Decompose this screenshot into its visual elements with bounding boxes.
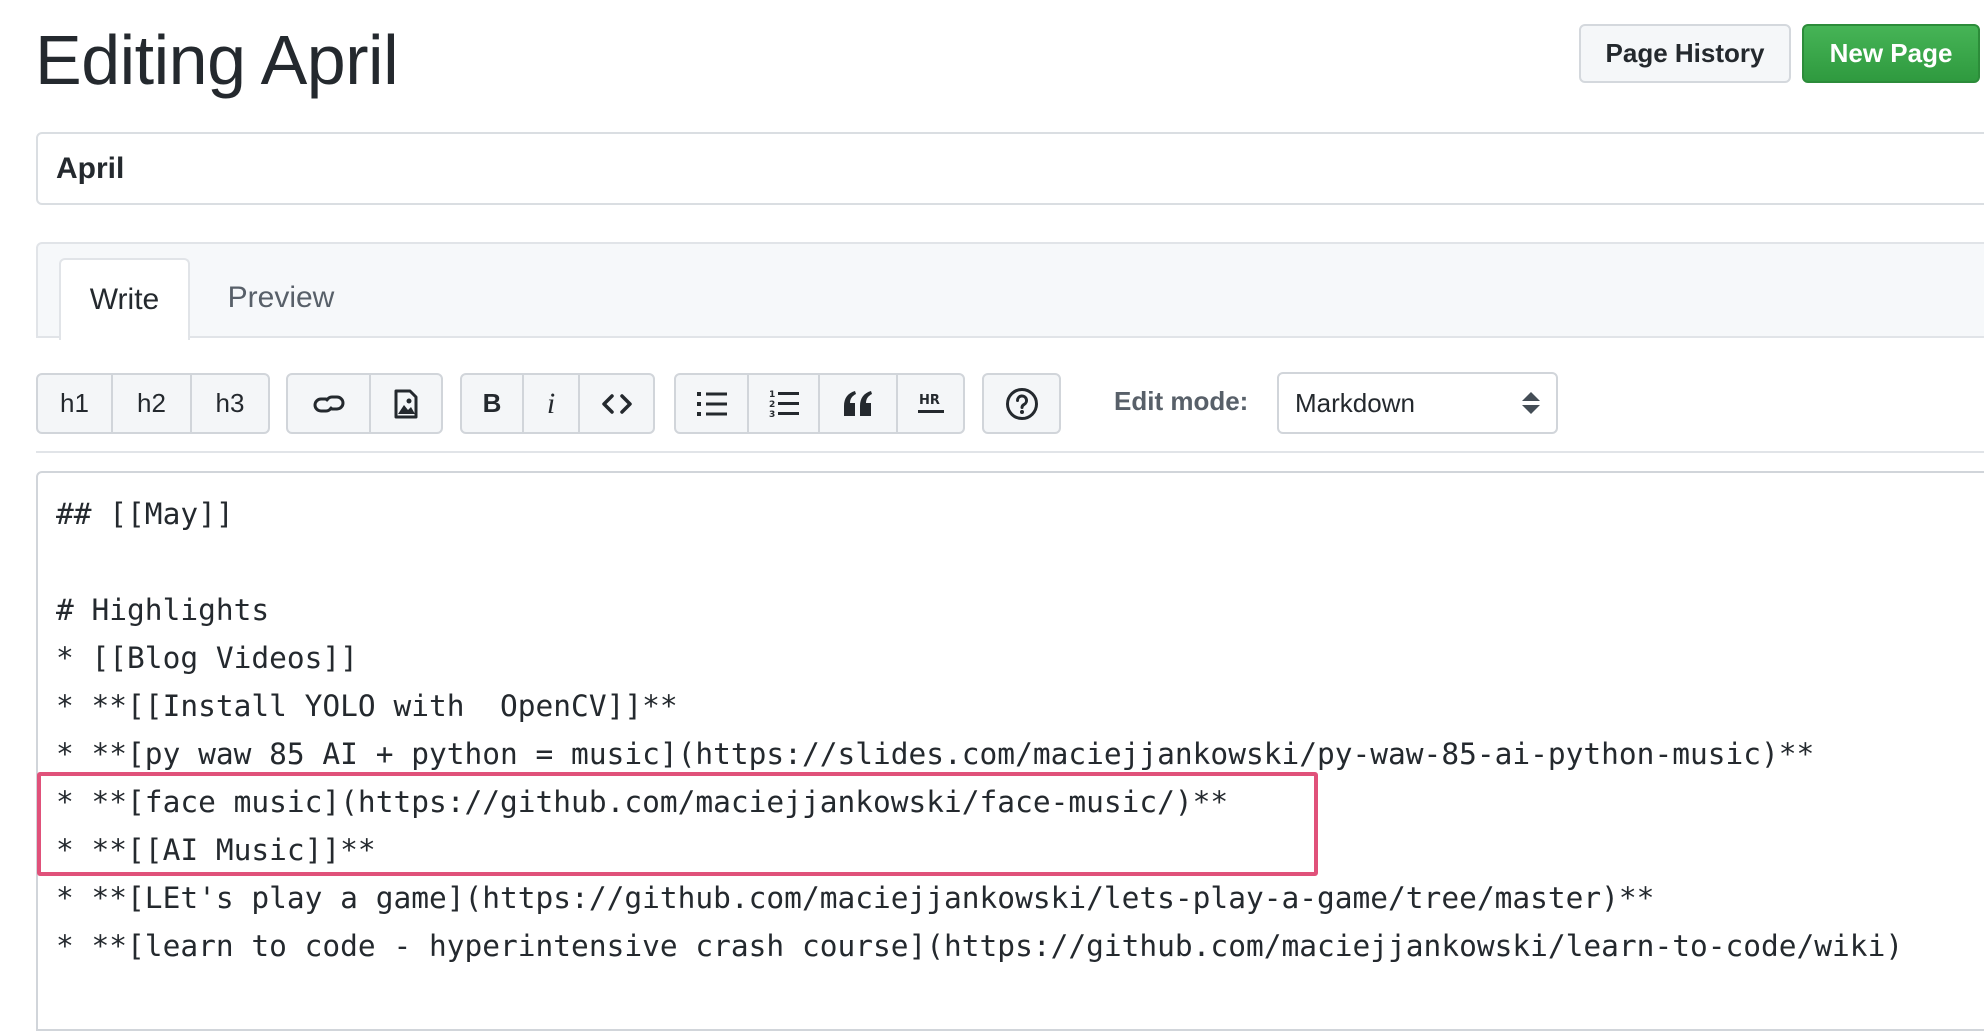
toolbar-divider: [36, 451, 1984, 453]
markdown-editor[interactable]: ## [[May]] # Highlights * [[Blog Videos]…: [36, 471, 1984, 1031]
edit-mode-label: Edit mode:: [1114, 386, 1249, 416]
h3-button[interactable]: h3: [192, 375, 268, 432]
horizontal-rule-icon: HR: [917, 393, 944, 413]
editor-line: * **[[AI Music]]**: [56, 833, 376, 867]
page-title: Editing April: [35, 21, 399, 99]
help-button[interactable]: [984, 375, 1059, 432]
help-icon: [1005, 387, 1038, 420]
editor-line: * **[LEt's play a game](https://github.c…: [56, 881, 1655, 915]
help-toolbar-group: [982, 373, 1061, 434]
header-toolbar-group: h1 h2 h3: [36, 373, 270, 434]
svg-text:1: 1: [769, 390, 775, 400]
h2-button[interactable]: h2: [113, 375, 192, 432]
edit-mode-value: Markdown: [1295, 387, 1415, 418]
code-button[interactable]: [580, 375, 653, 432]
ordered-list-icon: 123: [769, 390, 799, 420]
svg-text:2: 2: [769, 400, 775, 410]
blockquote-button[interactable]: [820, 375, 898, 432]
blockquote-icon: [844, 390, 872, 416]
editor-line: * [[Blog Videos]]: [56, 641, 358, 675]
svg-text:3: 3: [769, 410, 775, 420]
new-page-button[interactable]: New Page: [1802, 24, 1980, 83]
image-button[interactable]: [371, 375, 441, 432]
unordered-list-icon: [696, 391, 727, 416]
svg-text:HR: HR: [919, 393, 940, 408]
horizontal-rule-button[interactable]: HR: [898, 375, 963, 432]
tab-preview[interactable]: Preview: [215, 258, 347, 338]
italic-button[interactable]: i: [524, 375, 580, 432]
page-history-button[interactable]: Page History: [1579, 24, 1791, 83]
page-name-input[interactable]: [36, 132, 1984, 205]
format-toolbar-group: B i: [460, 373, 655, 434]
block-toolbar-group: 123 HR: [674, 373, 965, 434]
tab-write[interactable]: Write: [59, 258, 190, 340]
editor-line: * **[learn to code - hyperintensive cras…: [56, 929, 1904, 963]
select-arrows-icon: [1522, 392, 1540, 414]
image-icon: [394, 389, 418, 418]
h1-button[interactable]: h1: [38, 375, 113, 432]
link-button[interactable]: [288, 375, 371, 432]
code-icon: [601, 393, 632, 414]
edit-mode-select[interactable]: Markdown: [1277, 372, 1558, 434]
unordered-list-button[interactable]: [676, 375, 749, 432]
editor-line: * **[py waw 85 AI + python = music](http…: [56, 737, 1815, 771]
editor-line: # Highlights: [56, 593, 270, 627]
editor-content[interactable]: ## [[May]] # Highlights * [[Blog Videos]…: [56, 490, 1903, 970]
link-icon: [313, 395, 344, 412]
editor-line: * **[face music](https://github.com/maci…: [56, 785, 1229, 819]
ordered-list-button[interactable]: 123: [749, 375, 820, 432]
insert-toolbar-group: [286, 373, 443, 434]
bold-button[interactable]: B: [462, 375, 524, 432]
editor-line: ## [[May]]: [56, 497, 234, 531]
editor-line: * **[[Install YOLO with OpenCV]]**: [56, 689, 678, 723]
